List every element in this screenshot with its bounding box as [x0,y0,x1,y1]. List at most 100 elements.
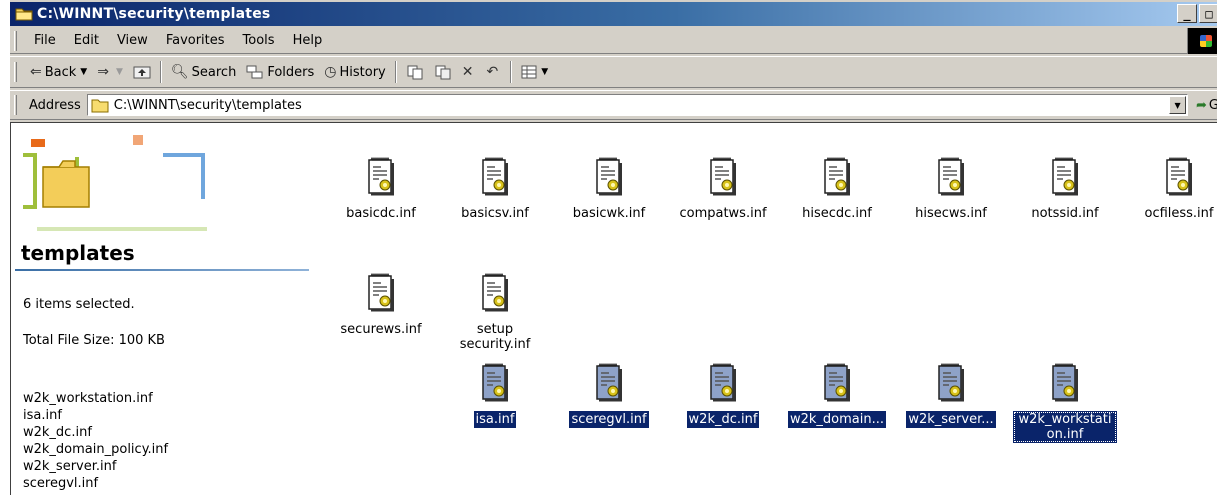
file-item[interactable]: w2k_dc.inf [667,362,779,428]
up-folder-icon [133,66,151,79]
minimize-button[interactable]: _ [1177,4,1197,23]
file-name: w2k_server... [906,411,996,428]
inf-file-icon [479,362,511,407]
go-label: G [1208,97,1217,113]
total-file-size: Total File Size: 100 KB [23,333,165,348]
file-item[interactable]: hisecdc.inf [781,156,893,222]
history-button[interactable]: ◷ History [319,60,390,84]
file-name: hisecdc.inf [802,206,872,221]
window-title: C:\WINNT\security\templates [37,6,271,22]
toolbar-separator [159,61,162,83]
list-item: w2k_domain_policy.inf [23,442,169,457]
views-icon [521,65,537,79]
file-item[interactable]: basicsv.inf [439,156,551,222]
inf-file-icon [593,156,625,201]
menu-favorites[interactable]: Favorites [157,33,234,48]
inf-file-icon [935,156,967,201]
menu-tools[interactable]: Tools [234,33,284,48]
address-label: Address [28,97,81,113]
toolbar-grip[interactable] [14,62,17,82]
search-button[interactable]: 🔍︎ Search [166,60,241,84]
file-name: setup security.inf [459,322,531,352]
inf-file-icon [1049,362,1081,407]
move-to-button[interactable] [401,60,429,84]
toolbar-separator [394,61,397,83]
inf-file-icon [1049,156,1081,201]
menu-edit[interactable]: Edit [65,33,108,48]
menu-help[interactable]: Help [284,33,332,48]
selection-status: 6 items selected. [23,297,135,312]
file-item[interactable]: notssid.inf [1009,156,1121,222]
file-name: isa.inf [473,411,517,428]
file-item[interactable]: w2k_server... [895,362,1007,428]
file-name: sceregvl.inf [569,411,649,428]
file-name: basicsv.inf [461,206,529,221]
toolbar-grip[interactable] [14,30,17,51]
file-item[interactable]: setup security.inf [439,272,551,353]
chevron-down-icon[interactable]: ▼ [80,67,87,77]
details-pane: templates 6 items selected. Total File S… [11,123,311,495]
file-item[interactable]: w2k_workstation.inf [1009,362,1121,443]
copy-to-button[interactable] [429,60,457,84]
folders-label: Folders [267,64,315,80]
delete-button[interactable]: ✕ [457,60,482,84]
file-item[interactable]: hisecws.inf [895,156,1007,222]
file-name: basicdc.inf [346,206,416,221]
undo-icon: ↶ [486,64,499,80]
folder-icon [15,7,33,21]
file-item[interactable]: ocfiless.inf [1123,156,1217,222]
go-button[interactable]: ➦ G [1196,98,1217,113]
inf-file-icon [479,156,511,201]
forward-button[interactable]: ⇒ ▼ [92,60,128,84]
inf-file-icon [365,156,397,201]
address-input[interactable]: C:\WINNT\security\templates ▼ [86,94,1189,116]
file-item[interactable]: sceregvl.inf [553,362,665,428]
undo-button[interactable]: ↶ [481,60,506,84]
selected-file-list: w2k_workstation.inf isa.inf w2k_dc.inf w… [23,390,168,492]
search-icon: 🔍︎ [170,64,189,80]
inf-file-icon [821,156,853,201]
file-item[interactable]: securews.inf [325,272,437,338]
file-name: securews.inf [340,322,422,337]
folder-banner-graphic [23,135,207,231]
chevron-down-icon[interactable]: ▼ [541,67,548,77]
file-name: w2k_domain... [787,411,886,428]
file-item[interactable]: isa.inf [439,362,551,428]
views-button[interactable]: ▼ [516,60,553,84]
pane-divider [15,269,309,271]
chevron-down-icon[interactable]: ▼ [116,67,123,77]
file-item[interactable]: w2k_domain... [781,362,893,428]
history-label: History [339,64,386,80]
history-icon: ◷ [324,64,337,80]
inf-file-icon [707,156,739,201]
file-item[interactable]: basicwk.inf [553,156,665,222]
chevron-down-icon[interactable]: ▼ [1169,96,1187,114]
copy-to-icon [435,65,451,80]
menu-view[interactable]: View [108,33,157,48]
back-label: Back [44,64,77,80]
up-folder-button[interactable] [128,60,156,84]
title-bar[interactable]: C:\WINNT\security\templates _ □ [10,2,1217,26]
standard-toolbar: ⇐ Back ▼ ⇒ ▼ 🔍︎ Search Folders ◷ History… [10,56,1217,88]
inf-file-icon [479,272,511,317]
back-button[interactable]: ⇐ Back ▼ [25,60,92,84]
file-item[interactable]: basicdc.inf [325,156,437,222]
inf-file-icon [707,362,739,407]
list-item: sceregvl.inf [23,476,99,491]
menu-file[interactable]: File [25,33,65,48]
search-label: Search [191,64,237,80]
file-item[interactable]: compatws.inf [667,156,779,222]
address-value: C:\WINNT\security\templates [113,97,302,113]
list-item: w2k_server.inf [23,459,117,474]
file-name: notssid.inf [1031,206,1099,221]
file-name: w2k_workstation.inf [1013,411,1117,443]
maximize-button[interactable]: □ [1199,4,1217,23]
folders-icon [246,65,263,79]
toolbar-separator [510,61,513,83]
folders-button[interactable]: Folders [241,60,319,84]
go-arrow-icon: ➦ [1196,97,1207,113]
file-view[interactable]: templates 6 items selected. Total File S… [10,122,1217,495]
toolbar-grip[interactable] [14,95,17,115]
folder-icon [91,99,109,112]
explorer-window: C:\WINNT\security\templates _ □ File Edi… [8,0,1217,495]
